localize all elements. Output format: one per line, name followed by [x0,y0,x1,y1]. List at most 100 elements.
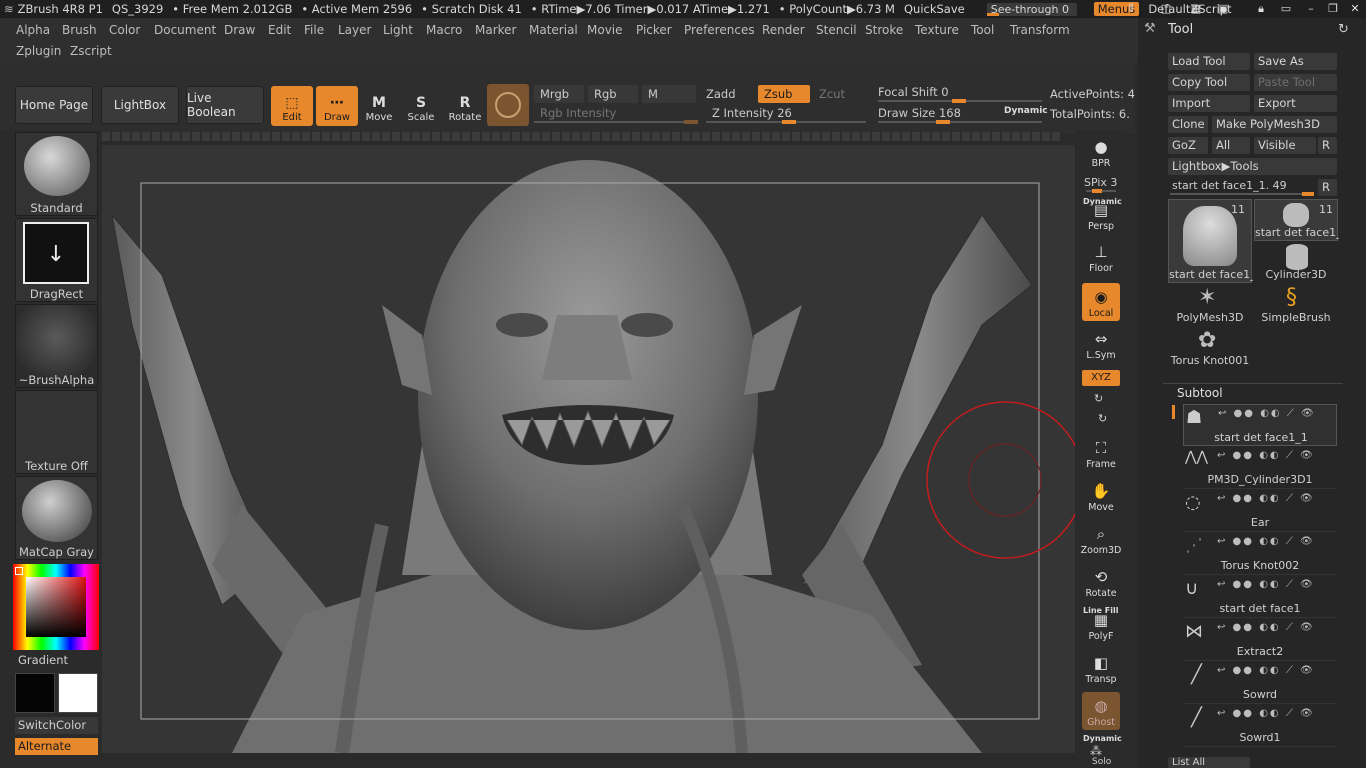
zcut-toggle[interactable]: Zcut [813,85,867,103]
tool-thumb-2[interactable]: 11 start det face1_1 [1254,199,1339,241]
menu-light[interactable]: Light [383,21,413,39]
paste-tool-button[interactable]: Paste Tool [1254,74,1337,91]
menu-brush[interactable]: Brush [62,21,97,39]
solo-label[interactable]: Solo [1092,757,1111,767]
color-picker[interactable] [13,564,99,650]
rotate-button[interactable]: R Rotate [444,86,486,126]
menu-preferences[interactable]: Preferences [684,21,755,39]
menu-stencil[interactable]: Stencil [816,21,857,39]
see-through-slider[interactable]: See-through 0 [986,2,1077,16]
subtool-visibility-icons[interactable]: ↩ ●● ◐◐ ⟋ 👁︎ [1217,450,1315,461]
rgb-intensity-track[interactable] [534,120,698,124]
spix-track[interactable] [1086,189,1116,193]
draw-size-track[interactable] [878,120,1042,124]
tool-thumb-simplebrush[interactable]: § SimpleBrush [1254,285,1338,327]
refresh-icon[interactable]: ↻ [1338,22,1349,37]
export-button[interactable]: Export [1254,95,1337,112]
local-button[interactable]: ◉ Local [1082,283,1120,321]
subtool-item[interactable]: ⋈ ↩ ●● ◐◐ ⟋ 👁︎ Extract2 [1183,619,1337,661]
lock-icon[interactable]: 🔒︎ [1250,0,1272,18]
menu-texture[interactable]: Texture [915,21,959,39]
current-tool-track[interactable] [1170,192,1314,196]
zoom3d-button[interactable]: ⌕ Zoom3D [1081,520,1122,558]
goz-visible-button[interactable]: Visible [1254,137,1316,154]
menu-draw[interactable]: Draw [224,21,255,39]
tool-title[interactable]: Tool [1168,22,1193,37]
menu-render[interactable]: Render [762,21,805,39]
goz-button[interactable]: GoZ [1168,137,1208,154]
lightbox-button[interactable]: LightBox [101,86,179,124]
current-tool-r-button[interactable]: R [1318,179,1337,196]
switch-color-button[interactable]: SwitchColor [15,717,98,734]
menu-edit[interactable]: Edit [268,21,291,39]
material-swatch-button[interactable] [487,84,529,126]
color-square[interactable] [26,577,86,637]
rgb-toggle[interactable]: Rgb [588,85,638,103]
load-tool-button[interactable]: Load Tool [1168,53,1250,70]
transp-button[interactable]: ◧ Transp [1082,649,1120,687]
polyf-button[interactable]: ▦ PolyF [1082,606,1120,644]
dynamic-toggle[interactable]: Dynamic [1004,106,1048,116]
z-intensity-track[interactable] [706,120,866,124]
menu-marker[interactable]: Marker [475,21,516,39]
menu-macro[interactable]: Macro [426,21,462,39]
move-view-button[interactable]: ✋ Move [1082,477,1120,515]
zadd-toggle[interactable]: Zadd [700,85,754,103]
dynamic-solo-label[interactable]: Dynamic [1083,734,1122,743]
tool-thumb-torusknot[interactable]: ✿ Torus Knot001 [1168,328,1252,370]
subtool-visibility-icons[interactable]: ↩ ●● ◐◐ ⟋ 👁︎ [1217,536,1315,547]
subtool-item[interactable]: ◌ ↩ ●● ◐◐ ⟋ 👁︎ Ear [1183,490,1337,532]
list-all-button[interactable]: List All [1168,757,1250,768]
menu-alpha[interactable]: Alpha [16,21,50,39]
subtool-item[interactable]: ☗ ↩ ●● ◐◐ ⟋ 👁︎ start det face1_1 [1183,404,1337,446]
subtool-scroll-indicator[interactable] [1172,405,1175,419]
bpr-button[interactable]: ● BPR [1082,133,1120,171]
gradient-label[interactable]: Gradient [18,653,68,667]
save-as-button[interactable]: Save As [1254,53,1337,70]
close-icon[interactable]: ✕ [1344,0,1366,18]
tiles-icon[interactable]: ▦ [1185,0,1207,18]
subtool-visibility-icons[interactable]: ↩ ●● ◐◐ ⟋ 👁︎ [1217,493,1315,504]
subtool-visibility-icons[interactable]: ↩ ●● ◐◐ ⟋ 👁︎ [1217,665,1315,676]
rgb-intensity-slider[interactable]: Rgb Intensity [534,104,698,122]
subtool-item[interactable]: ╱ ↩ ●● ◐◐ ⟋ 👁︎ Sowrd1 [1183,705,1337,747]
tiles2-icon[interactable]: ▣ [1212,0,1234,18]
clone-button[interactable]: Clone [1168,116,1208,133]
scale-button[interactable]: S Scale [400,86,442,126]
see-through-knob[interactable] [986,12,999,16]
subtool-visibility-icons[interactable]: ↩ ●● ◐◐ ⟋ 👁︎ [1218,408,1316,419]
current-tool-slider[interactable]: start det face1_1. 49 [1172,179,1287,192]
floor-button[interactable]: ⊥ Floor [1082,238,1120,276]
move-button[interactable]: M Move [358,86,400,126]
menu-layer[interactable]: Layer [338,21,371,39]
xyz-button[interactable]: XYZ [1082,370,1120,386]
edit-button[interactable]: ⬚ Edit [271,86,313,126]
menu-picker[interactable]: Picker [636,21,672,39]
primary-color-swatch[interactable] [15,673,55,713]
subtool-visibility-icons[interactable]: ↩ ●● ◐◐ ⟋ 👁︎ [1217,708,1315,719]
import-button[interactable]: Import [1168,95,1250,112]
make-polymesh-button[interactable]: Make PolyMesh3D [1212,116,1337,133]
minimize-icon[interactable]: – [1300,0,1322,18]
rotate-view-button[interactable]: ⟲ Rotate [1082,563,1120,601]
draw-button[interactable]: ⋯ Draw [316,86,358,126]
focal-shift-track[interactable] [878,99,1042,103]
goz-r-button[interactable]: R [1318,137,1337,154]
menu-tool[interactable]: Tool [971,21,994,39]
tool-thumb-cylinder[interactable]: Cylinder3D [1254,242,1338,284]
tool-thumb-polymesh[interactable]: ✶ PolyMesh3D [1168,285,1252,327]
subtool-item[interactable]: ∪ ↩ ●● ◐◐ ⟋ 👁︎ start det face1 [1183,576,1337,618]
canvas-scroll-strip[interactable] [102,132,1062,141]
menu-movie[interactable]: Movie [587,21,623,39]
viewport-canvas[interactable] [102,145,1075,753]
subtool-item[interactable]: ╱ ↩ ●● ◐◐ ⟋ 👁︎ Sowrd [1183,662,1337,704]
hide-icon[interactable]: ▭ [1275,0,1297,18]
menu-stroke[interactable]: Stroke [865,21,903,39]
subtool-title[interactable]: Subtool [1177,386,1223,400]
lightbox-tools-button[interactable]: Lightbox▶Tools [1168,158,1337,175]
menu-file[interactable]: File [304,21,324,39]
layout-icon[interactable]: ⫴ [1120,0,1142,18]
menu-transform[interactable]: Transform [1010,21,1070,39]
frame-button[interactable]: ⛶ Frame [1082,434,1120,472]
ghost-button[interactable]: ◍ Ghost [1082,692,1120,730]
